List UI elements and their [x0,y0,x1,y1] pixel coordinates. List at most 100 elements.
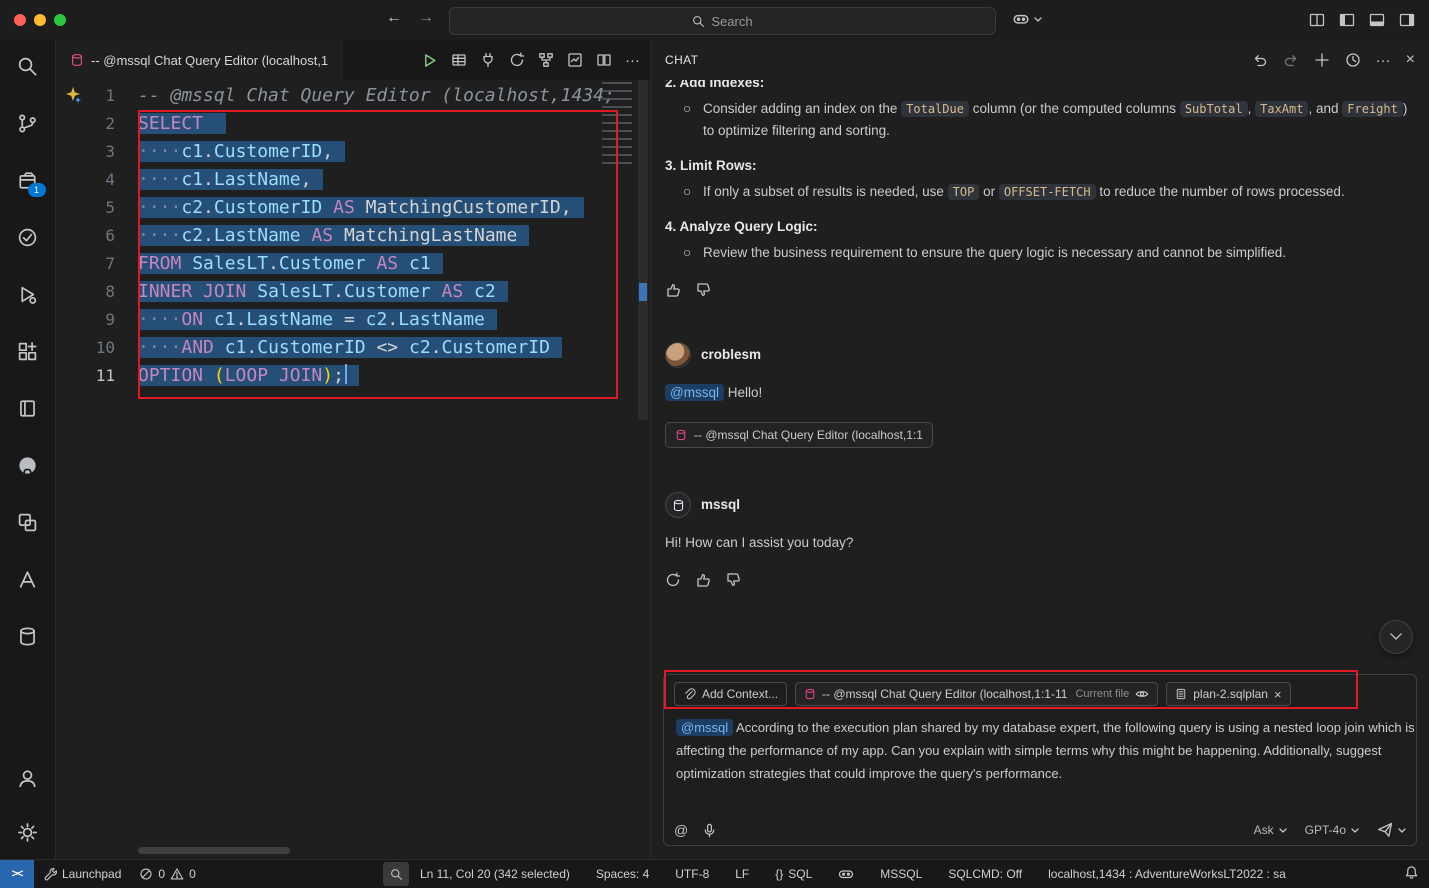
remote-indicator[interactable]: >< [0,860,34,888]
indentation-status[interactable]: Spaces: 4 [596,867,649,881]
chat-more-actions-icon[interactable]: ··· [1376,52,1391,69]
chat-mode-dropdown[interactable]: Ask [1254,823,1287,837]
close-chat-icon[interactable]: × [1406,51,1415,69]
code-line[interactable]: 6····c2.LastName AS MatchingLastName [56,222,650,250]
github-view-button[interactable] [16,453,40,477]
chat-input-container[interactable]: Add Context... -- @mssql Chat Query Edit… [663,674,1417,846]
mssql-bot-icon [672,499,685,512]
estimated-plan-button[interactable] [538,52,554,68]
attachment-label: -- @mssql Chat Query Editor (localhost,1… [694,424,923,446]
results-grid-button[interactable] [451,52,467,68]
thumbs-down-icon[interactable] [695,282,711,298]
notebooks-view-button[interactable] [16,396,40,420]
line-number: 6 [56,222,130,250]
toggle-secondary-sidebar-icon[interactable] [1399,12,1415,28]
chat-history-icon[interactable] [1345,52,1361,68]
model-picker-dropdown[interactable]: GPT-4o [1305,823,1359,837]
code-line[interactable]: 9····ON c1.LastName = c2.LastName [56,306,650,334]
undo-icon[interactable] [1252,52,1268,68]
scrollbar-slider[interactable] [638,80,648,420]
more-actions-icon[interactable]: ··· [625,52,640,69]
thumbs-up-icon[interactable] [695,572,711,588]
command-center-search[interactable]: Search [449,7,996,35]
code-line[interactable]: 8INNER JOIN SalesLT.Customer AS c2 [56,278,650,306]
context-chip-editor[interactable]: -- @mssql Chat Query Editor (localhost,1… [795,682,1158,706]
context-chip-plan-file[interactable]: plan-2.sqlplan × [1166,682,1290,706]
mssql-view-button[interactable] [16,624,40,648]
copilot-status-icon[interactable] [838,866,854,882]
redo-icon[interactable] [1283,52,1299,68]
remote-icon: >< [12,868,23,880]
scroll-to-bottom-button[interactable] [1379,620,1413,654]
chevron-down-icon [1398,828,1406,833]
mssql-status[interactable]: MSSQL [880,867,922,881]
code-editor[interactable]: 1-- @mssql Chat Query Editor (localhost,… [56,80,650,860]
run-debug-icon [17,284,38,305]
line-number: 8 [56,278,130,306]
code-line[interactable]: 4····c1.LastName, [56,166,650,194]
vertical-scrollbar[interactable] [636,80,650,860]
split-editor-button[interactable] [596,52,612,68]
chevron-down-icon [1279,828,1287,833]
zoom-window-button[interactable] [54,14,66,26]
close-window-button[interactable] [14,14,26,26]
toggle-panel-icon[interactable] [1369,12,1385,28]
remote-explorer-view-button[interactable] [16,510,40,534]
run-debug-view-button[interactable] [16,282,40,306]
mention-icon[interactable]: @ [674,822,688,838]
azure-view-button[interactable] [16,567,40,591]
new-chat-icon[interactable] [1314,52,1330,68]
layout-columns-icon[interactable] [1309,12,1325,28]
send-button[interactable] [1377,822,1406,838]
code-line[interactable]: 1-- @mssql Chat Query Editor (localhost,… [56,82,650,110]
run-query-button[interactable] [421,52,438,69]
code-line[interactable]: 5····c2.CustomerID AS MatchingCustomerID… [56,194,650,222]
cursor-position-status[interactable]: Ln 11, Col 20 (342 selected) [420,867,570,881]
navigate-back-icon[interactable]: ← [386,9,402,27]
code-line[interactable]: 3····c1.CustomerID, [56,138,650,166]
regenerate-icon[interactable] [665,572,681,588]
search-view-button[interactable] [16,54,40,78]
tab-mssql-chat-query-editor[interactable]: -- @mssql Chat Query Editor (localhost,1 [56,40,343,80]
minimap[interactable] [602,82,632,168]
account-menu-button[interactable] [1012,10,1042,28]
minimize-window-button[interactable] [34,14,46,26]
horizontal-scrollbar[interactable] [138,847,290,854]
code-line[interactable]: 2SELECT [56,110,650,138]
code-lines[interactable]: 1-- @mssql Chat Query Editor (localhost,… [56,82,650,390]
thumbs-up-icon[interactable] [665,282,681,298]
settings-button[interactable] [16,820,40,844]
change-connection-button[interactable] [509,52,525,68]
microphone-icon[interactable] [702,823,717,838]
zoom-widget-button[interactable] [383,862,409,886]
sqlcmd-status[interactable]: SQLCMD: Off [948,867,1022,881]
bell-icon [1404,865,1419,880]
encoding-status[interactable]: UTF-8 [675,867,709,881]
message-attachment-chip[interactable]: -- @mssql Chat Query Editor (localhost,1… [665,422,933,448]
toggle-primary-sidebar-icon[interactable] [1339,12,1355,28]
connection-status[interactable]: localhost,1434 : AdventureWorksLT2022 : … [1048,867,1286,881]
eol-status[interactable]: LF [735,867,749,881]
extension-blocks-view-button[interactable] [16,339,40,363]
eye-icon[interactable] [1135,687,1149,701]
problems-status-item[interactable]: 0 0 [130,860,204,888]
thumbs-down-icon[interactable] [725,572,741,588]
chat-input-text[interactable]: @mssql According to the execution plan s… [664,709,1428,785]
add-context-button[interactable]: Add Context... [674,682,787,706]
code-line[interactable]: 11OPTION (LOOP JOIN); [56,362,650,390]
accounts-button[interactable] [16,766,40,790]
remove-context-icon[interactable]: × [1274,687,1282,702]
query-plan-button[interactable] [567,52,583,68]
extensions-view-button[interactable]: 1 [16,168,40,192]
line-number: 2 [56,110,130,138]
code-line[interactable]: 7FROM SalesLT.Customer AS c1 [56,250,650,278]
language-mode-status[interactable]: {}SQL [775,867,812,881]
launchpad-status-item[interactable]: Launchpad [34,860,130,888]
code-line[interactable]: 10····AND c1.CustomerID <> c2.CustomerID [56,334,650,362]
warning-icon [170,867,184,881]
source-control-view-button[interactable] [16,111,40,135]
connect-button[interactable] [480,52,496,68]
notifications-button[interactable] [1404,865,1419,880]
navigate-forward-icon[interactable]: → [418,9,434,27]
testing-view-button[interactable] [16,225,40,249]
